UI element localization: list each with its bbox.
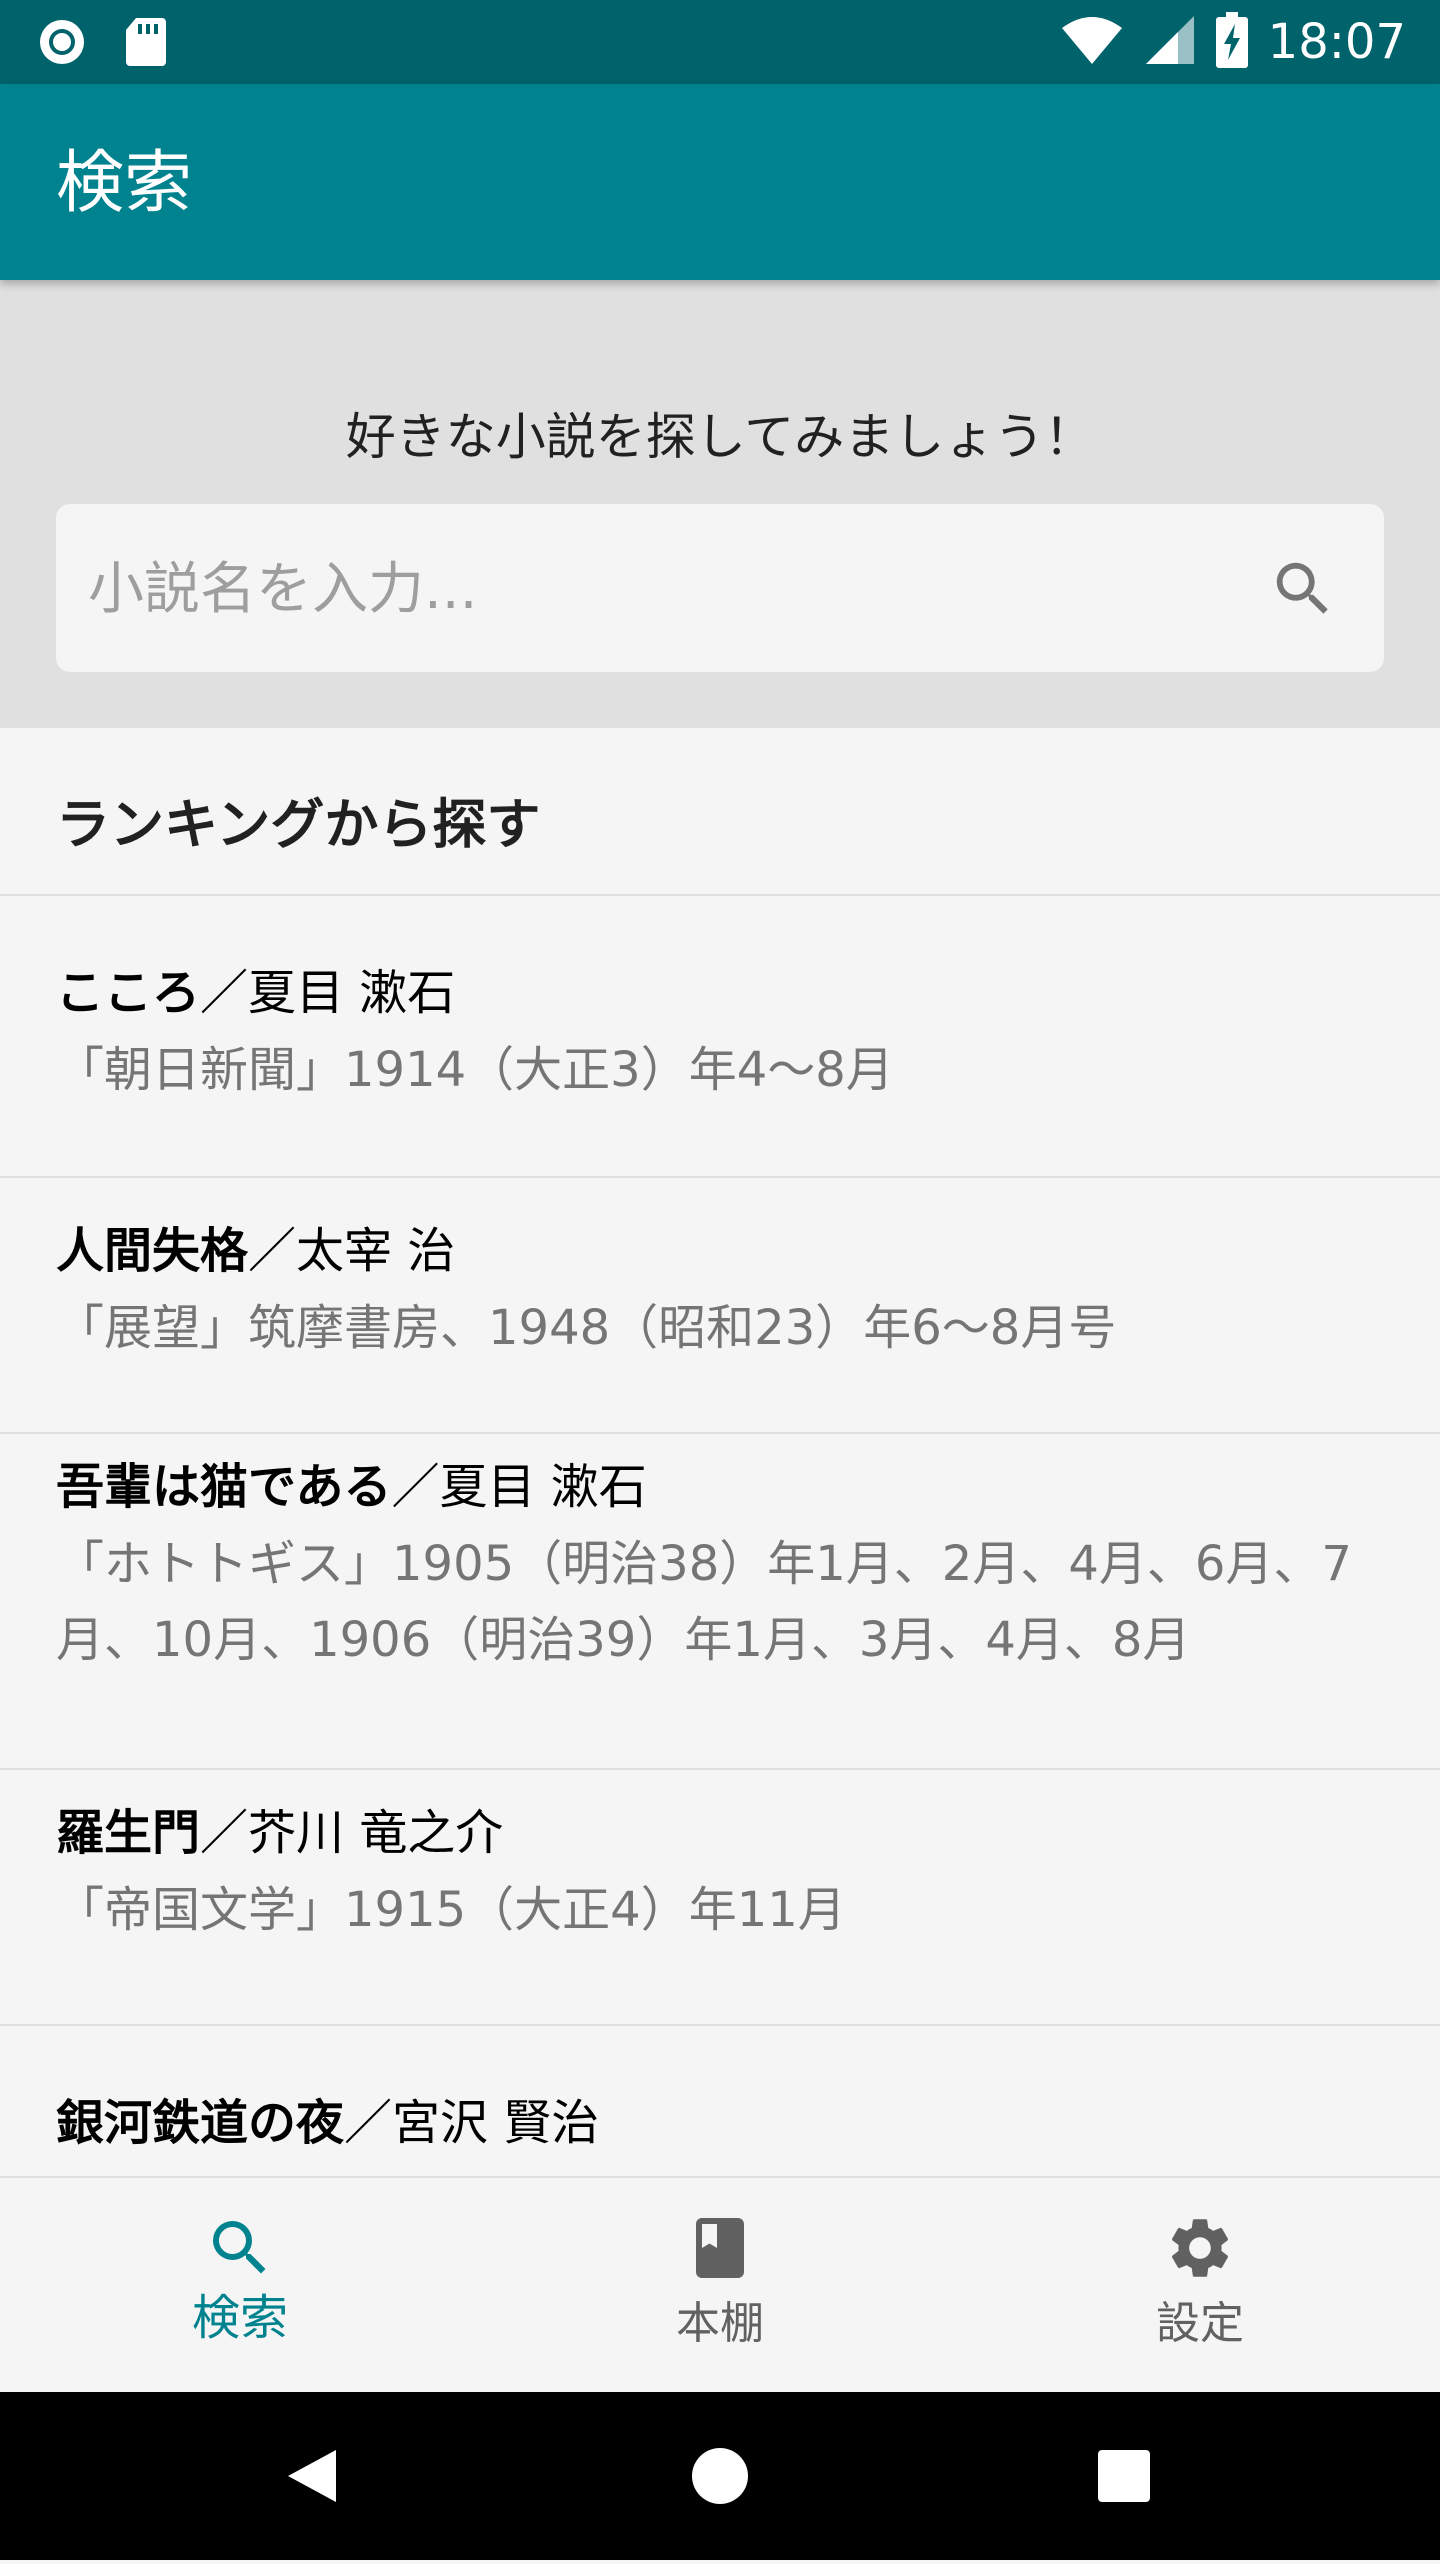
item-heading: 銀河鉄道の夜／宮沢 賢治 (56, 2086, 599, 2160)
publication-info: 「帝国文学」1915（大正4）年11月 (56, 1882, 846, 1938)
search-icon (204, 2212, 276, 2284)
novel-title: 羅生門 (56, 1805, 201, 1861)
publication-info: 「ホトトギス」1905（明治38）年1月、2月、4月、6月、7月、10月、190… (56, 1536, 1352, 1668)
author: 宮沢 賢治 (392, 2095, 600, 2151)
separator: ／ (391, 1459, 440, 1515)
novel-title: こころ (56, 965, 201, 1021)
status-bar: 18:07 (0, 0, 1440, 84)
publication-info: 「朝日新聞」1914（大正3）年4〜8月 (56, 1042, 894, 1098)
nav-label: 検索 (191, 2290, 288, 2346)
home-icon[interactable] (640, 2392, 800, 2560)
item-heading: こころ／夏目 漱石 (56, 956, 455, 1030)
list-item[interactable]: 羅生門／芥川 竜之介 「帝国文学」1915（大正4）年11月 (0, 1770, 1440, 2024)
author: 夏目 漱石 (439, 1459, 647, 1515)
book-icon (684, 2212, 756, 2284)
radio-icon (36, 16, 88, 72)
list-item[interactable]: 吾輩は猫である／夏目 漱石 「ホトトギス」1905（明治38）年1月、2月、4月… (0, 1434, 1440, 1768)
separator: ／ (344, 2095, 393, 2151)
nav-label: 設定 (1156, 2298, 1244, 2349)
search-prompt: 好きな小説を探してみましょう！ (345, 408, 1095, 466)
list-item[interactable]: 人間失格／太宰 治 「展望」筑摩書房、1948（昭和23）年6〜8月号 (0, 1178, 1440, 1432)
page-title: 検索 (56, 144, 193, 223)
author: 芥川 竜之介 (248, 1805, 504, 1861)
separator: ／ (248, 1223, 297, 1279)
signal-icon (1144, 14, 1196, 70)
search-icon[interactable] (1268, 554, 1338, 624)
publication-info: 「展望」筑摩書房、1948（昭和23）年6〜8月号 (56, 1300, 1117, 1356)
nav-label: 本棚 (676, 2298, 764, 2349)
author: 夏目 漱石 (248, 965, 456, 1021)
bottom-nav: 検索 本棚 設定 (0, 2176, 1440, 2394)
item-heading: 人間失格／太宰 治 (56, 1214, 455, 1288)
system-nav-bar (0, 2392, 1440, 2560)
search-input[interactable] (86, 504, 1190, 674)
ranking-header: ランキングから探す (56, 793, 541, 856)
novel-title: 人間失格 (56, 1223, 249, 1279)
nav-item-search[interactable]: 検索 (0, 2178, 480, 2394)
search-section: 好きな小説を探してみましょう！ (0, 280, 1440, 728)
separator: ／ (200, 1805, 249, 1861)
search-box (56, 504, 1384, 674)
gear-icon (1164, 2212, 1236, 2284)
nav-item-settings[interactable]: 設定 (960, 2178, 1440, 2394)
list-item[interactable]: 銀河鉄道の夜／宮沢 賢治 (0, 2026, 1440, 2176)
nav-item-bookshelf[interactable]: 本棚 (480, 2178, 960, 2394)
separator: ／ (200, 965, 249, 1021)
author: 太宰 治 (296, 1223, 456, 1279)
novel-title: 吾輩は猫である (56, 1459, 392, 1515)
back-icon[interactable] (236, 2392, 396, 2560)
wifi-icon (1060, 14, 1124, 70)
item-heading: 羅生門／芥川 竜之介 (56, 1796, 503, 1870)
battery-charging-icon (1215, 12, 1248, 72)
novel-title: 銀河鉄道の夜 (56, 2095, 345, 2151)
list-item[interactable]: こころ／夏目 漱石 「朝日新聞」1914（大正3）年4〜8月 (0, 896, 1440, 1176)
status-time: 18:07 (1267, 14, 1406, 70)
app-bar: 検索 (0, 84, 1440, 280)
recents-icon[interactable] (1044, 2392, 1204, 2560)
sd-card-icon (124, 16, 168, 72)
item-heading: 吾輩は猫である／夏目 漱石 (56, 1450, 647, 1524)
